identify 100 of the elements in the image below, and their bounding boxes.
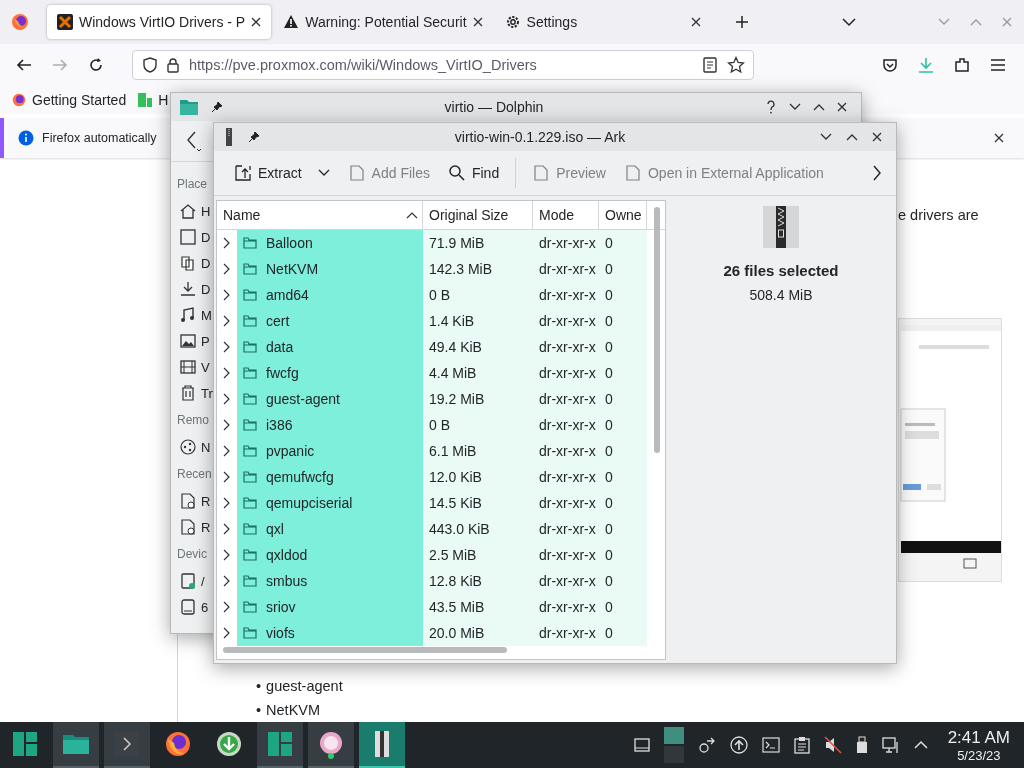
share-icon[interactable] <box>697 736 716 754</box>
minimize-icon[interactable] <box>789 103 801 111</box>
window-icon[interactable] <box>633 737 650 753</box>
file-name-cell[interactable]: qxldod <box>237 542 423 568</box>
taskbar-item[interactable] <box>359 722 405 768</box>
minimize-icon[interactable] <box>820 133 832 141</box>
bookmark[interactable]: Getting Started <box>12 92 127 108</box>
close-icon[interactable] <box>837 102 847 112</box>
address-field[interactable]: https://pve.proxmox.com/wiki/Windows_VirtIO_Drivers <box>132 50 754 80</box>
file-name-cell[interactable]: sriov <box>237 594 423 620</box>
terminal-icon[interactable] <box>761 737 780 753</box>
column-header[interactable]: Mode <box>533 201 599 229</box>
firefox-icon[interactable] <box>11 13 29 31</box>
file-name-cell[interactable]: Balloon <box>237 230 423 256</box>
file-name-cell[interactable]: smbus <box>237 568 423 594</box>
expand-icon[interactable] <box>223 419 231 431</box>
expand-icon[interactable] <box>223 289 231 301</box>
reader-view-icon[interactable] <box>703 57 717 73</box>
pin-icon[interactable] <box>248 131 260 143</box>
scrollbar[interactable] <box>654 207 660 453</box>
expand-icon[interactable] <box>223 315 231 327</box>
expand-icon[interactable] <box>223 575 231 587</box>
place-item[interactable]: D <box>177 250 211 276</box>
network-icon[interactable] <box>881 736 900 754</box>
table-cell: 0 <box>599 308 647 334</box>
back-icon[interactable] <box>185 129 203 153</box>
lock-icon[interactable] <box>167 57 179 73</box>
place-item[interactable]: N <box>177 434 211 460</box>
place-item[interactable]: H <box>177 198 211 224</box>
expand-icon[interactable] <box>223 445 231 457</box>
update-icon[interactable] <box>729 736 748 754</box>
usb-drive-icon[interactable] <box>855 736 868 754</box>
expand-icon[interactable] <box>223 263 231 275</box>
column-header[interactable]: Owne <box>599 201 647 229</box>
expand-icon[interactable] <box>223 523 231 535</box>
column-header[interactable]: Name <box>217 201 423 229</box>
expand-icon[interactable] <box>223 393 231 405</box>
star-icon[interactable] <box>727 56 745 74</box>
file-name-cell[interactable]: qxl <box>237 516 423 542</box>
toolbar-button[interactable]: Find <box>441 160 506 186</box>
expand-tray-icon[interactable] <box>913 740 928 750</box>
clock[interactable]: 2:41 AM 5/23/23 <box>947 727 1010 763</box>
file-name-cell[interactable]: qemufwcfg <box>237 464 423 490</box>
place-item[interactable]: V <box>177 354 210 380</box>
place-item[interactable]: M <box>177 302 212 328</box>
file-name-cell[interactable]: viofs <box>237 620 423 646</box>
browser-tab[interactable]: Windows VirtIO Drivers - P <box>47 5 272 39</box>
file-name-cell[interactable]: qemupciserial <box>237 490 423 516</box>
browser-tab[interactable]: Settings <box>494 5 711 39</box>
close-icon[interactable] <box>872 132 882 142</box>
close-icon[interactable] <box>251 17 262 27</box>
shield-icon[interactable] <box>143 57 157 73</box>
close-icon[interactable] <box>994 133 1004 143</box>
file-name-cell[interactable]: pvpanic <box>237 438 423 464</box>
file-name-cell[interactable]: fwcfg <box>237 360 423 386</box>
more-icon[interactable] <box>872 165 882 181</box>
bookmark[interactable]: H <box>138 92 169 108</box>
place-item[interactable]: Tr <box>177 380 213 406</box>
place-item[interactable]: R <box>177 488 211 514</box>
close-icon[interactable] <box>690 17 701 27</box>
reload-icon[interactable] <box>88 57 104 73</box>
pocket-icon[interactable] <box>882 57 898 73</box>
browser-tab[interactable]: Warning: Potential Securit <box>273 5 493 39</box>
expand-icon[interactable] <box>223 627 231 639</box>
maximize-icon[interactable] <box>813 103 825 111</box>
file-name-cell[interactable]: NetKVM <box>237 256 423 282</box>
menu-icon[interactable] <box>990 58 1006 72</box>
file-name-cell[interactable]: amd64 <box>237 282 423 308</box>
close-icon[interactable] <box>472 17 483 27</box>
place-item[interactable]: D <box>177 276 211 302</box>
expand-icon[interactable] <box>223 549 231 561</box>
expand-icon[interactable] <box>223 497 231 509</box>
place-item[interactable]: R <box>177 514 211 540</box>
column-header[interactable]: Original Size <box>423 201 533 229</box>
new-tab-icon[interactable] <box>734 15 749 29</box>
place-item[interactable]: / <box>177 568 205 594</box>
expand-icon[interactable] <box>223 237 231 249</box>
file-name-cell[interactable]: data <box>237 334 423 360</box>
expand-icon[interactable] <box>223 341 231 353</box>
clipboard-icon[interactable] <box>793 736 810 754</box>
place-item[interactable]: P <box>177 328 210 354</box>
scrollbar[interactable] <box>223 647 507 653</box>
expand-icon[interactable] <box>223 471 231 483</box>
taskbar-item[interactable] <box>308 722 354 768</box>
maximize-icon[interactable] <box>846 133 858 141</box>
expand-icon[interactable] <box>223 601 231 613</box>
desktop-pager-icon[interactable] <box>663 727 684 763</box>
extensions-icon[interactable] <box>954 57 970 73</box>
muted-speaker-icon[interactable] <box>823 736 842 754</box>
toolbar-button[interactable]: Extract <box>228 160 336 186</box>
file-name-cell[interactable]: cert <box>237 308 423 334</box>
file-name-cell[interactable]: guest-agent <box>237 386 423 412</box>
file-name-cell[interactable]: i386 <box>237 412 423 438</box>
expand-icon[interactable] <box>223 367 231 379</box>
pin-icon[interactable] <box>211 101 223 113</box>
place-item[interactable]: 6 <box>177 594 209 620</box>
back-icon[interactable] <box>16 58 32 72</box>
tab-list-icon[interactable] <box>842 17 856 27</box>
place-item[interactable]: D <box>177 224 211 250</box>
help-icon[interactable] <box>765 100 777 114</box>
